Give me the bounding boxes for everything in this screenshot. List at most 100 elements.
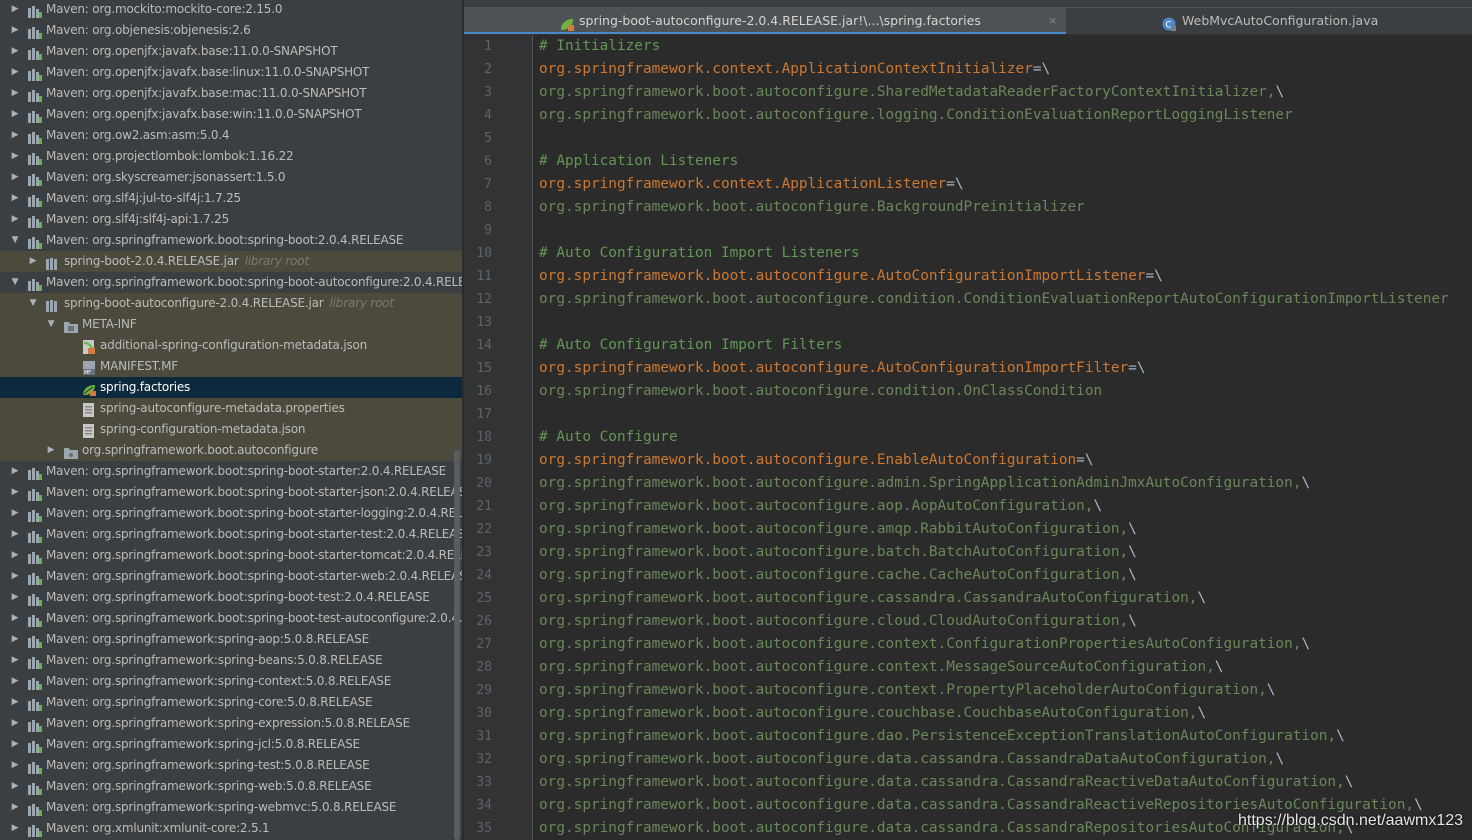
- expand-arrow-icon[interactable]: ▶: [10, 461, 20, 482]
- tree-node[interactable]: spring-configuration-metadata.json: [0, 419, 462, 440]
- project-scrollbar-thumb[interactable]: [454, 450, 460, 840]
- code-line[interactable]: # Auto Configure: [539, 426, 678, 449]
- tree-node[interactable]: ▶ Maven: org.ow2.asm:asm:5.0.4: [0, 125, 462, 146]
- tree-node[interactable]: ▶ Maven: org.openjfx:javafx.base:11.0.0-S…: [0, 41, 462, 62]
- expand-arrow-icon[interactable]: ▶: [10, 755, 20, 776]
- tree-node[interactable]: ▶ Maven: org.openjfx:javafx.base:win:11.0…: [0, 104, 462, 125]
- tree-node[interactable]: ▼ Maven: org.springframework.boot:spring-…: [0, 272, 462, 293]
- tree-node[interactable]: ▶ Maven: org.springframework.boot:spring-…: [0, 608, 462, 629]
- expand-arrow-icon[interactable]: ▶: [10, 608, 20, 629]
- code-line[interactable]: org.springframework.boot.autoconfigure.c…: [539, 656, 1223, 679]
- code-line[interactable]: org.springframework.boot.autoconfigure.E…: [539, 449, 1094, 472]
- tree-node[interactable]: ▶ Maven: org.projectlombok:lombok:1.16.22: [0, 146, 462, 167]
- tree-node[interactable]: ▶ Maven: org.openjfx:javafx.base:mac:11.0…: [0, 83, 462, 104]
- expand-arrow-icon[interactable]: ▶: [46, 440, 56, 461]
- tree-node[interactable]: ▶ Maven: org.springframework.boot:spring-…: [0, 566, 462, 587]
- code-line[interactable]: org.springframework.context.ApplicationC…: [539, 58, 1050, 81]
- code-line[interactable]: org.springframework.boot.autoconfigure.c…: [539, 564, 1137, 587]
- collapse-arrow-icon[interactable]: ▼: [28, 293, 38, 314]
- tree-node[interactable]: spring.factories: [0, 377, 462, 398]
- code-line[interactable]: # Application Listeners: [539, 150, 738, 173]
- tree-node[interactable]: ▶ Maven: org.springframework:spring-aop:5…: [0, 629, 462, 650]
- tree-node[interactable]: ▶ Maven: org.springframework:spring-beans…: [0, 650, 462, 671]
- tree-node[interactable]: ▶ Maven: org.springframework:spring-jcl:5…: [0, 734, 462, 755]
- tree-node[interactable]: ▶ Maven: org.springframework.boot:spring-…: [0, 461, 462, 482]
- expand-arrow-icon[interactable]: ▶: [10, 41, 20, 62]
- tab-spring-factories[interactable]: spring-boot-autoconfigure-2.0.4.RELEASE.…: [464, 8, 1066, 34]
- expand-arrow-icon[interactable]: ▶: [10, 503, 20, 524]
- expand-arrow-icon[interactable]: ▶: [10, 167, 20, 188]
- expand-arrow-icon[interactable]: ▶: [10, 482, 20, 503]
- code-line[interactable]: org.springframework.boot.autoconfigure.A…: [539, 265, 1163, 288]
- expand-arrow-icon[interactable]: ▶: [10, 524, 20, 545]
- expand-arrow-icon[interactable]: ▶: [10, 188, 20, 209]
- expand-arrow-icon[interactable]: ▶: [10, 713, 20, 734]
- code-line[interactable]: org.springframework.boot.autoconfigure.d…: [539, 748, 1284, 771]
- collapse-arrow-icon[interactable]: ▼: [10, 272, 20, 293]
- expand-arrow-icon[interactable]: ▶: [10, 692, 20, 713]
- tree-node[interactable]: ▼ spring-boot-autoconfigure-2.0.4.RELEASE…: [0, 293, 462, 314]
- expand-arrow-icon[interactable]: ▶: [10, 797, 20, 818]
- code-line[interactable]: # Initializers: [539, 35, 660, 58]
- expand-arrow-icon[interactable]: ▶: [10, 545, 20, 566]
- code-line[interactable]: org.springframework.boot.autoconfigure.a…: [539, 472, 1310, 495]
- collapse-arrow-icon[interactable]: ▼: [46, 314, 56, 335]
- code-line[interactable]: org.springframework.boot.autoconfigure.a…: [539, 518, 1137, 541]
- code-line[interactable]: org.springframework.boot.autoconfigure.B…: [539, 196, 1085, 219]
- code-line[interactable]: org.springframework.boot.autoconfigure.c…: [539, 633, 1310, 656]
- expand-arrow-icon[interactable]: ▶: [28, 251, 38, 272]
- tree-node[interactable]: ▶ Maven: org.springframework:spring-expre…: [0, 713, 462, 734]
- code-line[interactable]: org.springframework.boot.autoconfigure.c…: [539, 380, 1102, 403]
- code-line[interactable]: org.springframework.boot.autoconfigure.a…: [539, 495, 1102, 518]
- code-line[interactable]: org.springframework.boot.autoconfigure.A…: [539, 357, 1145, 380]
- code-line[interactable]: org.springframework.boot.autoconfigure.c…: [539, 587, 1206, 610]
- collapse-arrow-icon[interactable]: ▼: [10, 230, 20, 251]
- tree-node[interactable]: ▶ Maven: org.springframework:spring-test:…: [0, 755, 462, 776]
- tree-node[interactable]: spring-autoconfigure-metadata.properties: [0, 398, 462, 419]
- code-line[interactable]: org.springframework.boot.autoconfigure.c…: [539, 288, 1449, 311]
- expand-arrow-icon[interactable]: ▶: [10, 566, 20, 587]
- tree-node[interactable]: MF MANIFEST.MF: [0, 356, 462, 377]
- tree-node[interactable]: ▶ Maven: org.springframework:spring-web:5…: [0, 776, 462, 797]
- code-line[interactable]: org.springframework.boot.autoconfigure.c…: [539, 702, 1206, 725]
- code-line[interactable]: # Auto Configuration Import Listeners: [539, 242, 860, 265]
- tree-node[interactable]: ▶ Maven: org.springframework:spring-core:…: [0, 692, 462, 713]
- tree-node[interactable]: ▶ Maven: org.springframework.boot:spring-…: [0, 587, 462, 608]
- tree-node[interactable]: ▶ Maven: org.xmlunit:xmlunit-core:2.5.1: [0, 818, 462, 839]
- tree-node[interactable]: ▶ Maven: org.springframework:spring-conte…: [0, 671, 462, 692]
- tree-node[interactable]: ▶ Maven: org.skyscreamer:jsonassert:1.5.0: [0, 167, 462, 188]
- tree-node[interactable]: ▶ Maven: org.objenesis:objenesis:2.6: [0, 20, 462, 41]
- tree-node[interactable]: ▶ Maven: org.slf4j:slf4j-api:1.7.25: [0, 209, 462, 230]
- tree-node[interactable]: ▼ META-INF: [0, 314, 462, 335]
- tab-webmvc-autoconfiguration[interactable]: C WebMvcAutoConfiguration.java: [1068, 8, 1378, 34]
- tree-node[interactable]: ▶ org.springframework.boot.autoconfigure: [0, 440, 462, 461]
- code-line[interactable]: org.springframework.boot.autoconfigure.c…: [539, 679, 1275, 702]
- tree-node[interactable]: ▶ Maven: org.springframework.boot:spring-…: [0, 482, 462, 503]
- code-line[interactable]: org.springframework.boot.autoconfigure.d…: [539, 771, 1353, 794]
- expand-arrow-icon[interactable]: ▶: [10, 83, 20, 104]
- tree-node[interactable]: ▶ Maven: org.mockito:mockito-core:2.15.0: [0, 0, 462, 20]
- tree-node[interactable]: ▶ Maven: org.springframework.boot:spring-…: [0, 545, 462, 566]
- expand-arrow-icon[interactable]: ▶: [10, 671, 20, 692]
- code-line[interactable]: org.springframework.boot.autoconfigure.l…: [539, 104, 1293, 127]
- tree-node[interactable]: ▶ Maven: org.springframework.boot:spring-…: [0, 503, 462, 524]
- tree-node[interactable]: ▶ Maven: org.slf4j:jul-to-slf4j:1.7.25: [0, 188, 462, 209]
- code-line[interactable]: org.springframework.context.ApplicationL…: [539, 173, 964, 196]
- expand-arrow-icon[interactable]: ▶: [10, 818, 20, 839]
- code-line[interactable]: org.springframework.boot.autoconfigure.c…: [539, 610, 1137, 633]
- close-tab-icon[interactable]: ×: [1048, 8, 1057, 34]
- tree-node[interactable]: ▶ Maven: org.openjfx:javafx.base:linux:11…: [0, 62, 462, 83]
- code-line[interactable]: org.springframework.boot.autoconfigure.d…: [539, 817, 1353, 840]
- expand-arrow-icon[interactable]: ▶: [10, 629, 20, 650]
- code-line[interactable]: org.springframework.boot.autoconfigure.S…: [539, 81, 1284, 104]
- expand-arrow-icon[interactable]: ▶: [10, 650, 20, 671]
- expand-arrow-icon[interactable]: ▶: [10, 734, 20, 755]
- tree-node[interactable]: ▶ Maven: org.springframework.boot:spring-…: [0, 524, 462, 545]
- expand-arrow-icon[interactable]: ▶: [10, 125, 20, 146]
- expand-arrow-icon[interactable]: ▶: [10, 20, 20, 41]
- expand-arrow-icon[interactable]: ▶: [10, 0, 20, 20]
- expand-arrow-icon[interactable]: ▶: [10, 776, 20, 797]
- expand-arrow-icon[interactable]: ▶: [10, 62, 20, 83]
- tree-node[interactable]: ▶ spring-boot-2.0.4.RELEASE.jar library ro…: [0, 251, 462, 272]
- code-line[interactable]: org.springframework.boot.autoconfigure.d…: [539, 725, 1345, 748]
